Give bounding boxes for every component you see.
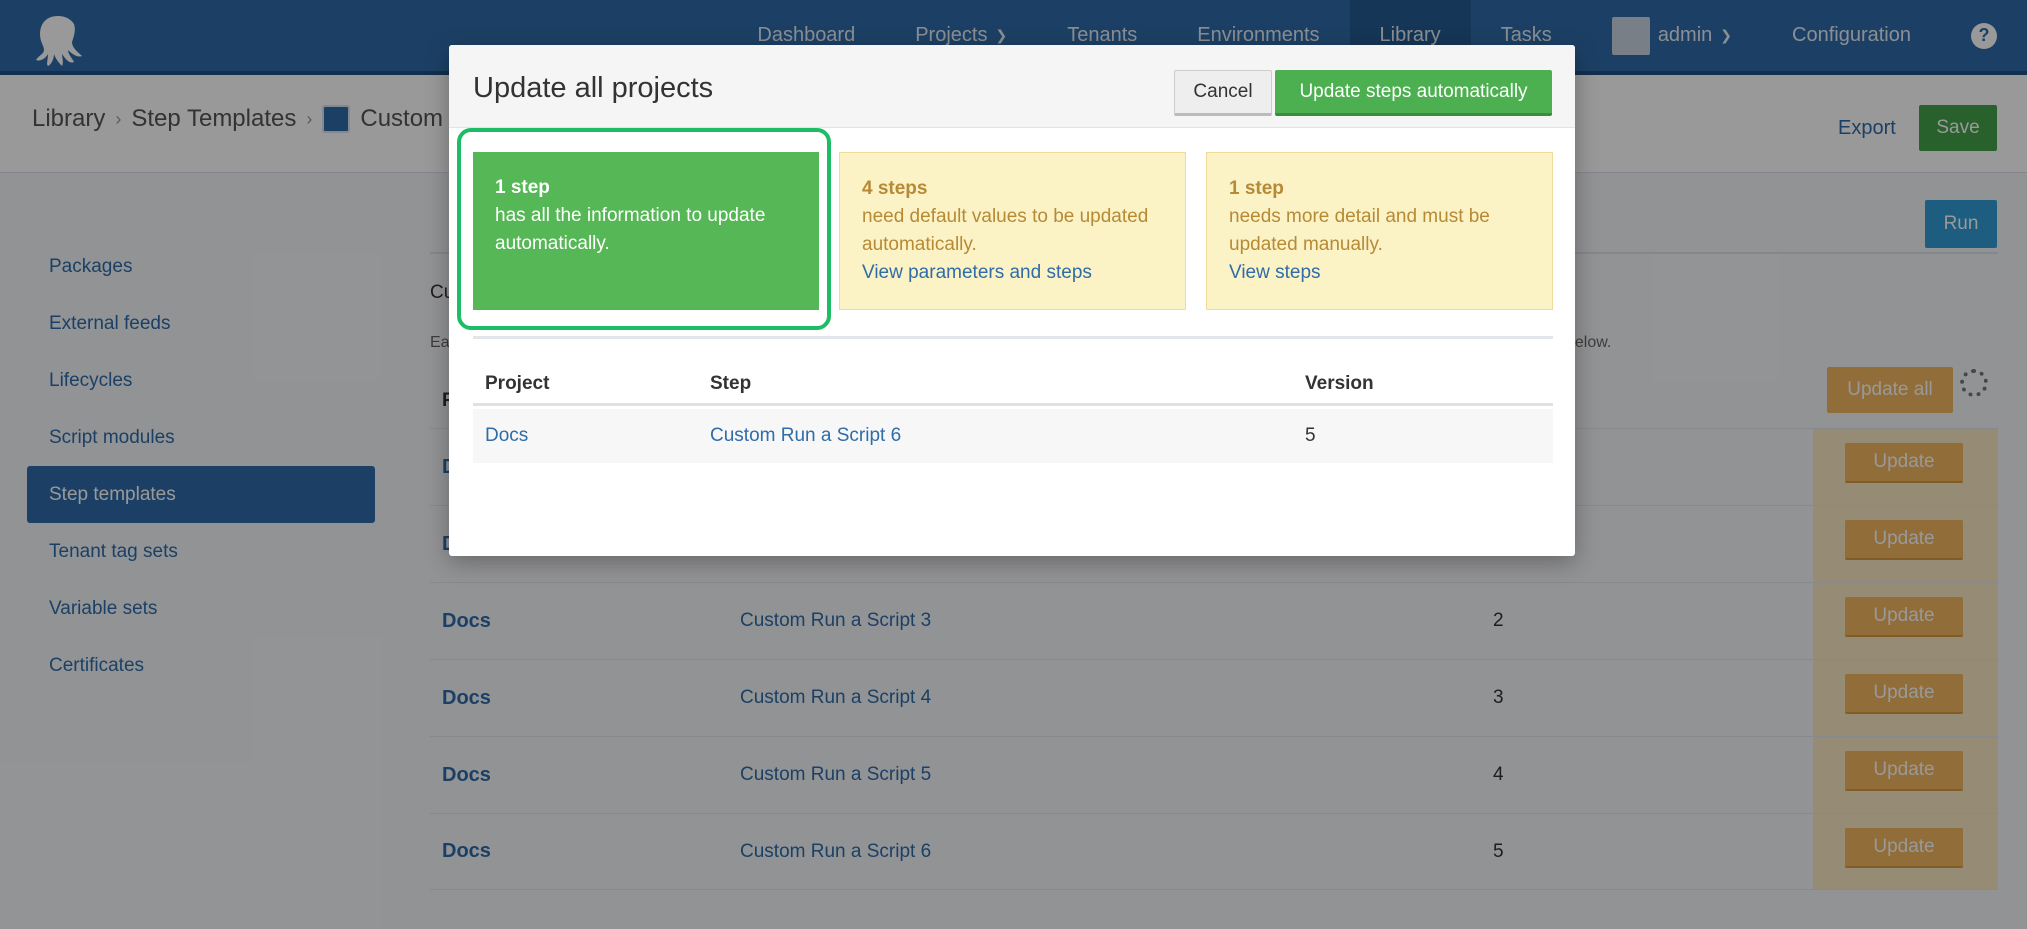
version-cell: 5 xyxy=(1305,425,1316,446)
card-count: 1 step xyxy=(1229,178,1284,199)
default-values-summary-card: 4 steps need default values to be update… xyxy=(839,152,1186,310)
table-row: Docs Custom Run a Script 6 5 xyxy=(473,409,1553,463)
update-all-projects-dialog: Update all projects Cancel Update steps … xyxy=(449,45,1575,556)
view-parameters-and-steps-link[interactable]: View parameters and steps xyxy=(862,259,1163,287)
column-header-project: Project xyxy=(485,373,550,394)
step-link[interactable]: Custom Run a Script 6 xyxy=(710,425,1305,447)
dialog-header: Update all projects Cancel Update steps … xyxy=(449,45,1575,128)
cancel-button[interactable]: Cancel xyxy=(1174,70,1272,116)
card-description: needs more detail and must be updated ma… xyxy=(1229,206,1490,255)
project-link[interactable]: Docs xyxy=(473,425,710,447)
column-header-step: Step xyxy=(710,373,752,394)
view-steps-link[interactable]: View steps xyxy=(1229,259,1530,287)
column-header-version: Version xyxy=(1305,373,1374,394)
update-steps-automatically-button[interactable]: Update steps automatically xyxy=(1275,70,1552,116)
divider xyxy=(473,336,1553,339)
highlight-outline xyxy=(457,128,831,330)
card-count: 4 steps xyxy=(862,178,928,199)
manual-update-summary-card: 1 step needs more detail and must be upd… xyxy=(1206,152,1553,310)
card-description: need default values to be updated automa… xyxy=(862,206,1149,255)
dialog-title: Update all projects xyxy=(473,72,714,104)
dialog-table-header: Project Step Version xyxy=(473,365,1553,406)
